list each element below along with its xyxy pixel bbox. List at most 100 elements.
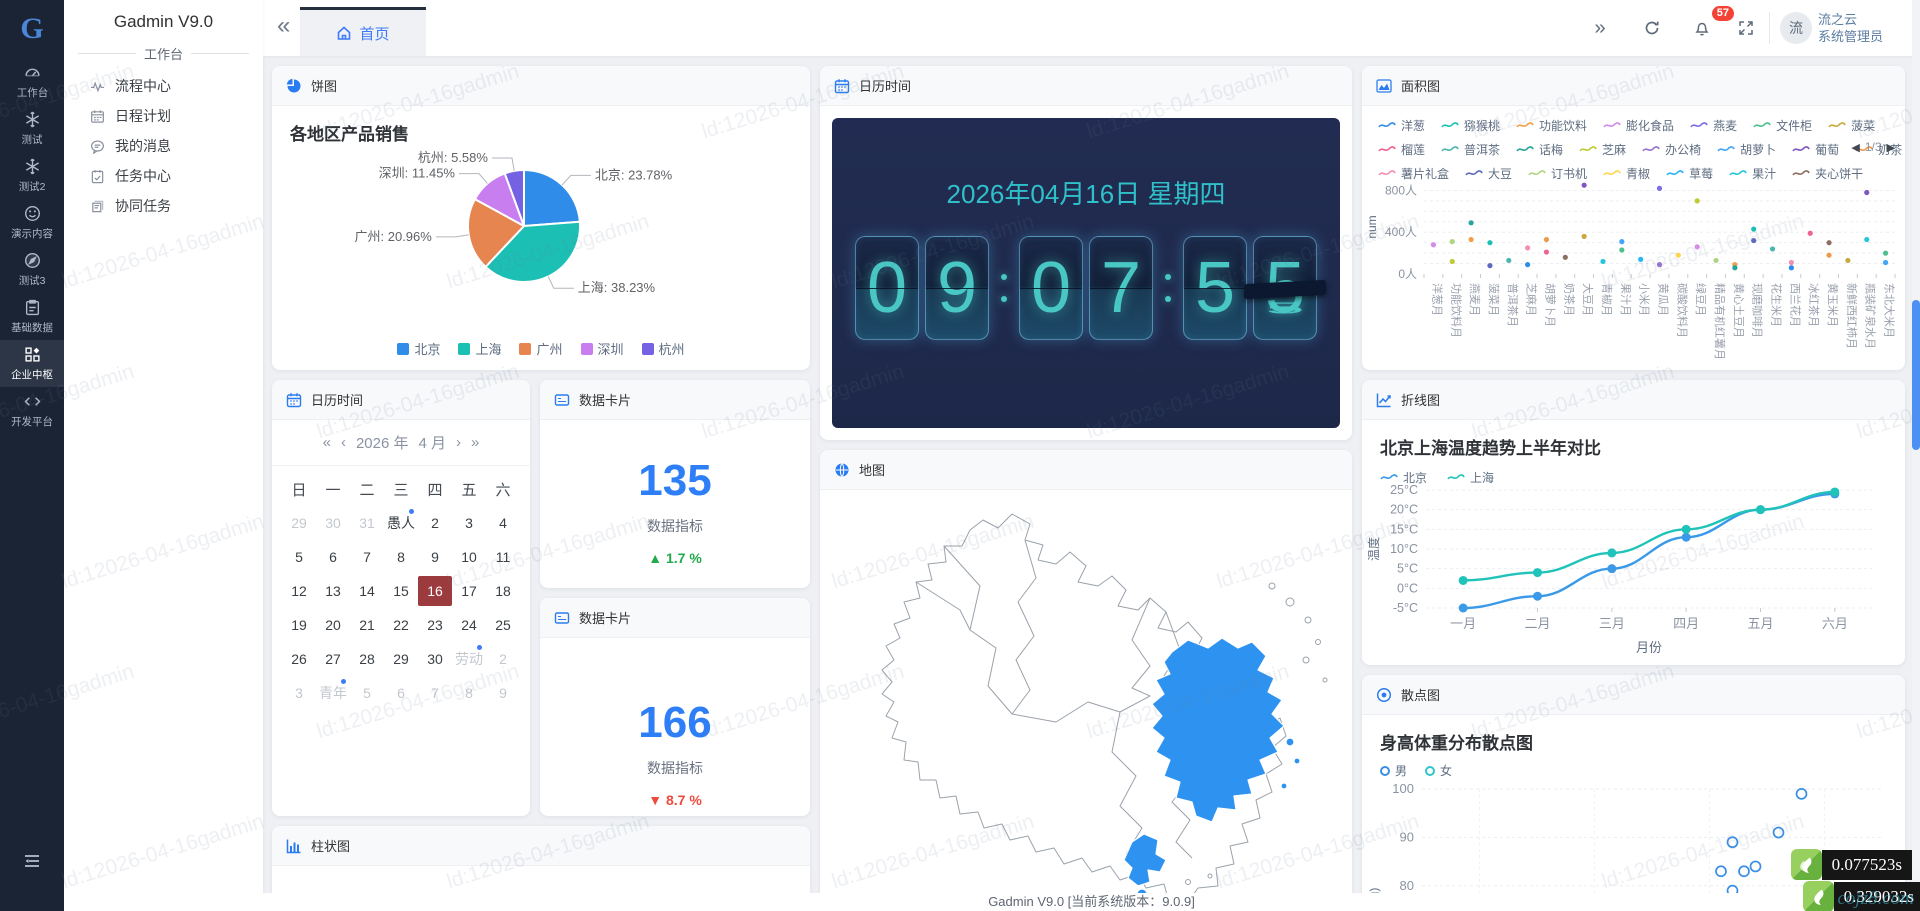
rail-item-开发平台[interactable]: 开发平台 [0, 387, 64, 434]
refresh-icon[interactable] [1640, 16, 1664, 40]
sidebar-item-协同任务[interactable]: 协同任务 [64, 191, 263, 221]
legend-item-菠菜[interactable]: 菠菜 [1828, 117, 1875, 134]
calendar-day[interactable]: 9 [418, 542, 452, 572]
notifications-bell-icon[interactable] [1690, 16, 1714, 40]
legend-item-上海[interactable]: 上海 [458, 339, 501, 358]
calendar-day[interactable]: 3 [452, 508, 486, 538]
legend-item-胡萝卜[interactable]: 胡萝卜 [1717, 141, 1776, 158]
calendar-day-selected[interactable]: 16 [418, 576, 452, 606]
calendar-day[interactable]: 30 [316, 508, 350, 538]
legend-item-膨化食品[interactable]: 膨化食品 [1603, 117, 1674, 134]
rail-item-工作台[interactable]: 工作台 [0, 58, 64, 105]
calendar-day[interactable]: 劳动 [452, 644, 486, 674]
sidebar-item-任务中心[interactable]: 任务中心 [64, 161, 263, 191]
calendar-day[interactable]: 9 [486, 678, 520, 708]
calendar-day[interactable]: 29 [282, 508, 316, 538]
sidebar-title: Gadmin V9.0 [64, 0, 263, 32]
calendar-day[interactable]: 11 [486, 542, 520, 572]
calendar-day[interactable]: 10 [452, 542, 486, 572]
calendar-day[interactable]: 19 [282, 610, 316, 640]
tab-home[interactable]: 首页 [300, 7, 426, 56]
calendar-day[interactable]: 5 [350, 678, 384, 708]
prev-month-button[interactable]: ‹ [341, 434, 346, 451]
sidebar-item-我的消息[interactable]: 我的消息 [64, 131, 263, 161]
legend-item-广州[interactable]: 广州 [519, 339, 562, 358]
calendar-day[interactable]: 13 [316, 576, 350, 606]
next-year-button[interactable]: » [471, 434, 479, 451]
user-avatar[interactable]: 流 [1780, 12, 1812, 44]
fullscreen-icon[interactable] [1734, 16, 1758, 40]
collapse-sidebar-button[interactable]: « [277, 12, 290, 40]
calendar-day[interactable]: 2 [418, 508, 452, 538]
calendar-day[interactable]: 21 [350, 610, 384, 640]
calendar-day[interactable]: 22 [384, 610, 418, 640]
calendar-day[interactable]: 2 [486, 644, 520, 674]
rail-collapse-icon[interactable] [0, 851, 64, 871]
calendar-day[interactable]: 6 [384, 678, 418, 708]
rail-item-测试2[interactable]: 测试2 [0, 152, 64, 199]
calendar-day[interactable]: 7 [350, 542, 384, 572]
legend-item-猕猴桃[interactable]: 猕猴桃 [1441, 117, 1500, 134]
calendar-day[interactable]: 18 [486, 576, 520, 606]
pie-chart[interactable]: 北京: 23.78%上海: 38.23%广州: 20.96%深圳: 11.45%… [272, 122, 810, 330]
legend-item-办公椅[interactable]: 办公椅 [1642, 141, 1701, 158]
next-month-button[interactable]: › [456, 434, 461, 451]
legend-item-葡萄[interactable]: 葡萄 [1792, 141, 1839, 158]
prev-year-button[interactable]: « [323, 434, 331, 451]
legend-prev-icon[interactable]: ◀ [1851, 141, 1859, 154]
calendar-day[interactable]: 31 [350, 508, 384, 538]
calendar-day[interactable]: 8 [384, 542, 418, 572]
calendar-day[interactable]: 25 [486, 610, 520, 640]
expand-tabs-button[interactable]: » [1588, 16, 1612, 40]
legend-next-icon[interactable]: ▶ [1887, 141, 1895, 154]
svg-text:广州: 20.96%: 广州: 20.96% [355, 229, 433, 244]
calendar-day[interactable]: 17 [452, 576, 486, 606]
calendar-day[interactable]: 29 [384, 644, 418, 674]
calendar-day[interactable]: 23 [418, 610, 452, 640]
calendar-day[interactable]: 8 [452, 678, 486, 708]
calendar-day[interactable]: 3 [282, 678, 316, 708]
legend-item-女[interactable]: 女 [1425, 762, 1452, 779]
calendar-day[interactable]: 6 [316, 542, 350, 572]
calendar-day[interactable]: 24 [452, 610, 486, 640]
scrollbar[interactable] [1912, 0, 1920, 911]
calendar-day[interactable]: 20 [316, 610, 350, 640]
rail-item-基础数据[interactable]: 基础数据 [0, 293, 64, 340]
calendar-day[interactable]: 28 [350, 644, 384, 674]
calendar-day[interactable]: 愚人 [384, 508, 418, 538]
user-info[interactable]: 流之云 系统管理员 [1818, 11, 1910, 45]
legend-item-北京[interactable]: 北京 [397, 339, 440, 358]
legend-item-话梅[interactable]: 话梅 [1516, 141, 1563, 158]
line-chart[interactable]: -5°C0°C5°C10°C15°C20°C25°C一月二月三月四月五月六月月份… [1362, 478, 1905, 665]
rail-item-企业中枢[interactable]: 企业中枢 [0, 340, 64, 387]
rail-item-演示内容[interactable]: 演示内容 [0, 199, 64, 246]
province-map[interactable] [820, 490, 1352, 911]
calendar-day[interactable]: 7 [418, 678, 452, 708]
legend-item-芝麻[interactable]: 芝麻 [1579, 141, 1626, 158]
calendar-day[interactable]: 5 [282, 542, 316, 572]
calendar-day[interactable]: 青年 [316, 678, 350, 708]
legend-item-深圳[interactable]: 深圳 [581, 339, 624, 358]
area-chart[interactable]: 0人400人800人洋葱月功能饮料月燕麦月菠菜月普洱茶月芝麻月胡萝卜月奶茶月大豆… [1362, 174, 1905, 370]
calendar-day[interactable]: 30 [418, 644, 452, 674]
sidebar-item-日程计划[interactable]: 日程计划 [64, 101, 263, 131]
legend-item-普洱茶[interactable]: 普洱茶 [1441, 141, 1500, 158]
rail-item-测试3[interactable]: 测试3 [0, 246, 64, 293]
rail-item-测试[interactable]: 测试 [0, 105, 64, 152]
legend-item-功能饮料[interactable]: 功能饮料 [1516, 117, 1587, 134]
calendar-day[interactable]: 12 [282, 576, 316, 606]
calendar-day[interactable]: 4 [486, 508, 520, 538]
calendar-day[interactable]: 26 [282, 644, 316, 674]
legend-item-洋葱[interactable]: 洋葱 [1378, 117, 1425, 134]
legend-item-燕麦[interactable]: 燕麦 [1690, 117, 1737, 134]
legend-item-杭州[interactable]: 杭州 [642, 339, 685, 358]
sidebar-item-流程中心[interactable]: 流程中心 [64, 71, 263, 101]
legend-item-榴莲[interactable]: 榴莲 [1378, 141, 1425, 158]
clock-colon [1001, 274, 1007, 302]
legend-item-男[interactable]: 男 [1380, 762, 1407, 779]
scrollbar-thumb[interactable] [1912, 300, 1920, 450]
legend-item-文件柜[interactable]: 文件柜 [1753, 117, 1812, 134]
calendar-day[interactable]: 27 [316, 644, 350, 674]
calendar-day[interactable]: 15 [384, 576, 418, 606]
calendar-day[interactable]: 14 [350, 576, 384, 606]
